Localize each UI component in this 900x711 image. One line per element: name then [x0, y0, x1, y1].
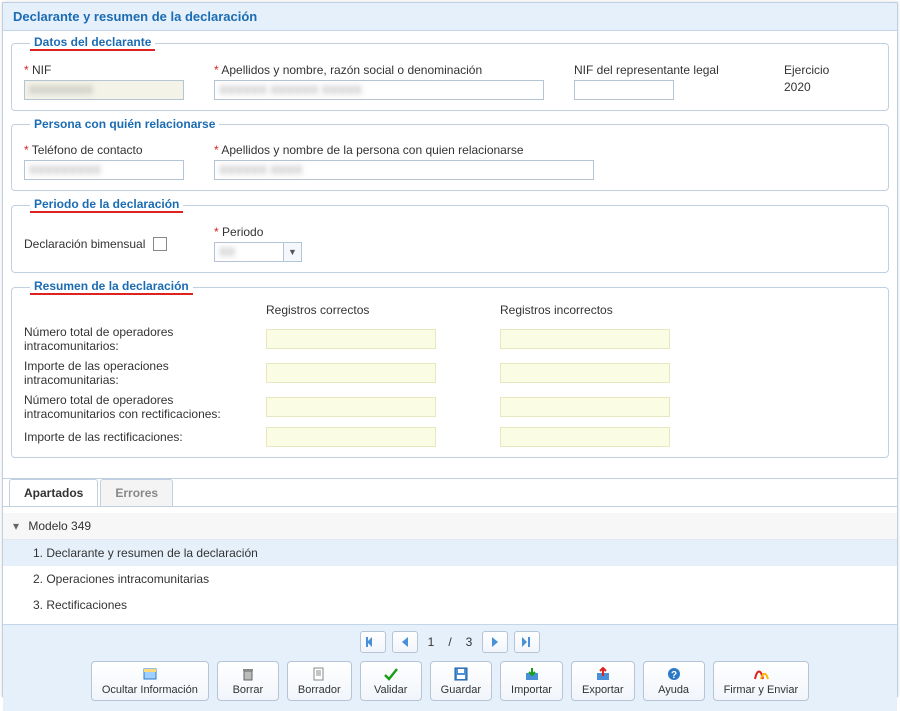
pager-prev-button[interactable]	[392, 631, 418, 653]
resumen-row-3-label: Número total de operadores intracomunita…	[24, 393, 254, 421]
resumen-row-4-label: Importe de las rectificaciones:	[24, 430, 254, 444]
persona-apell-field[interactable]: XXXXXX XXXX	[214, 160, 594, 180]
draft-label: Borrador	[298, 684, 341, 696]
import-icon	[525, 666, 539, 682]
bimensual-label: Declaración bimensual	[24, 237, 145, 251]
tab-errores[interactable]: Errores	[100, 479, 173, 506]
form-area: Datos del declarante NIF XXXXXXXX Apelli…	[3, 31, 897, 472]
tree-root-label: Modelo 349	[28, 519, 91, 533]
page-title: Declarante y resumen de la declaración	[3, 3, 897, 31]
pager-last-button[interactable]	[514, 631, 540, 653]
sign-send-button[interactable]: Firmar y Enviar	[713, 661, 810, 701]
nif-field[interactable]: XXXXXXXX	[24, 80, 184, 100]
fieldset-resumen: Resumen de la declaración Registros corr…	[11, 279, 889, 458]
validate-label: Validar	[374, 684, 407, 696]
chevron-down-icon: ▾	[13, 519, 25, 533]
help-icon: ?	[667, 666, 681, 682]
ejercicio-label: Ejercicio	[784, 63, 864, 77]
delete-button[interactable]: Borrar	[217, 661, 279, 701]
main-frame: Declarante y resumen de la declaración D…	[2, 2, 898, 697]
save-icon	[454, 666, 468, 682]
ejercicio-value: 2020	[784, 80, 864, 94]
export-label: Exportar	[582, 684, 624, 696]
legend-resumen: Resumen de la declaración	[30, 279, 193, 295]
row3-correct[interactable]	[266, 397, 436, 417]
summary-grid: Registros correctos Registros incorrecto…	[24, 303, 876, 447]
import-label: Importar	[511, 684, 552, 696]
pager-current: 1	[424, 635, 439, 649]
sign-icon	[753, 666, 769, 682]
tree-root[interactable]: ▾ Modelo 349	[3, 513, 897, 540]
tree-item-1[interactable]: 1. Declarante y resumen de la declaració…	[3, 540, 897, 566]
trash-icon	[241, 666, 255, 682]
row3-incorrect[interactable]	[500, 397, 670, 417]
legend-persona: Persona con quién relacionarse	[30, 117, 219, 131]
row1-incorrect[interactable]	[500, 329, 670, 349]
save-button[interactable]: Guardar	[430, 661, 492, 701]
periodo-label: Periodo	[214, 225, 364, 239]
nif-rep-label: NIF del representante legal	[574, 63, 754, 77]
pager-first-button[interactable]	[360, 631, 386, 653]
periodo-dropdown-button[interactable]: ▼	[284, 242, 302, 262]
help-label: Ayuda	[658, 684, 689, 696]
sign-label: Firmar y Enviar	[724, 684, 799, 696]
col-correctos: Registros correctos	[266, 303, 446, 319]
tabbar: Apartados Errores	[3, 479, 897, 507]
page-icon	[142, 666, 158, 682]
periodo-field[interactable]: XX	[214, 242, 284, 262]
row2-correct[interactable]	[266, 363, 436, 383]
tree-item-3[interactable]: 3. Rectificaciones	[3, 592, 897, 618]
help-button[interactable]: ? Ayuda	[643, 661, 705, 701]
export-icon	[596, 666, 610, 682]
row1-correct[interactable]	[266, 329, 436, 349]
draft-button[interactable]: Borrador	[287, 661, 352, 701]
hide-info-button[interactable]: Ocultar Información	[91, 661, 209, 701]
export-button[interactable]: Exportar	[571, 661, 635, 701]
row2-incorrect[interactable]	[500, 363, 670, 383]
delete-label: Borrar	[233, 684, 264, 696]
fieldset-periodo: Periodo de la declaración Declaración bi…	[11, 197, 889, 273]
pager: 1 / 3	[13, 631, 887, 653]
pager-next-button[interactable]	[482, 631, 508, 653]
legend-periodo: Periodo de la declaración	[30, 197, 183, 213]
apellidos-label: Apellidos y nombre, razón social o denom…	[214, 63, 544, 77]
fieldset-persona: Persona con quién relacionarse Teléfono …	[11, 117, 889, 191]
nif-rep-field[interactable]	[574, 80, 674, 100]
lower-panel: Apartados Errores ▾ Modelo 349 1. Declar…	[3, 478, 897, 696]
import-button[interactable]: Importar	[500, 661, 563, 701]
validate-button[interactable]: Validar	[360, 661, 422, 701]
row4-correct[interactable]	[266, 427, 436, 447]
fieldset-datos-declarante: Datos del declarante NIF XXXXXXXX Apelli…	[11, 35, 889, 111]
apellidos-field[interactable]: XXXXXX XXXXXX XXXXX	[214, 80, 544, 100]
tree: ▾ Modelo 349 1. Declarante y resumen de …	[3, 507, 897, 624]
save-label: Guardar	[441, 684, 481, 696]
footer: 1 / 3 Ocultar Información Borrar	[3, 624, 897, 711]
tel-field[interactable]: XXXXXXXXX	[24, 160, 184, 180]
draft-icon	[312, 666, 326, 682]
resumen-row-1-label: Número total de operadores intracomunita…	[24, 325, 254, 353]
toolbar: Ocultar Información Borrar Borrador Vali…	[13, 661, 887, 701]
pager-total: 3	[462, 635, 477, 649]
bimensual-checkbox[interactable]	[153, 237, 167, 251]
tel-label: Teléfono de contacto	[24, 143, 184, 157]
pager-sep: /	[444, 635, 455, 649]
row4-incorrect[interactable]	[500, 427, 670, 447]
nif-label: NIF	[24, 63, 184, 77]
tree-item-2[interactable]: 2. Operaciones intracomunitarias	[3, 566, 897, 592]
check-icon	[383, 666, 399, 682]
tab-apartados[interactable]: Apartados	[9, 479, 98, 506]
svg-text:?: ?	[671, 670, 677, 681]
legend-datos: Datos del declarante	[30, 35, 155, 51]
hide-info-label: Ocultar Información	[102, 684, 198, 696]
resumen-row-2-label: Importe de las operaciones intracomunita…	[24, 359, 254, 387]
col-incorrectos: Registros incorrectos	[500, 303, 680, 319]
persona-apell-label: Apellidos y nombre de la persona con qui…	[214, 143, 594, 157]
